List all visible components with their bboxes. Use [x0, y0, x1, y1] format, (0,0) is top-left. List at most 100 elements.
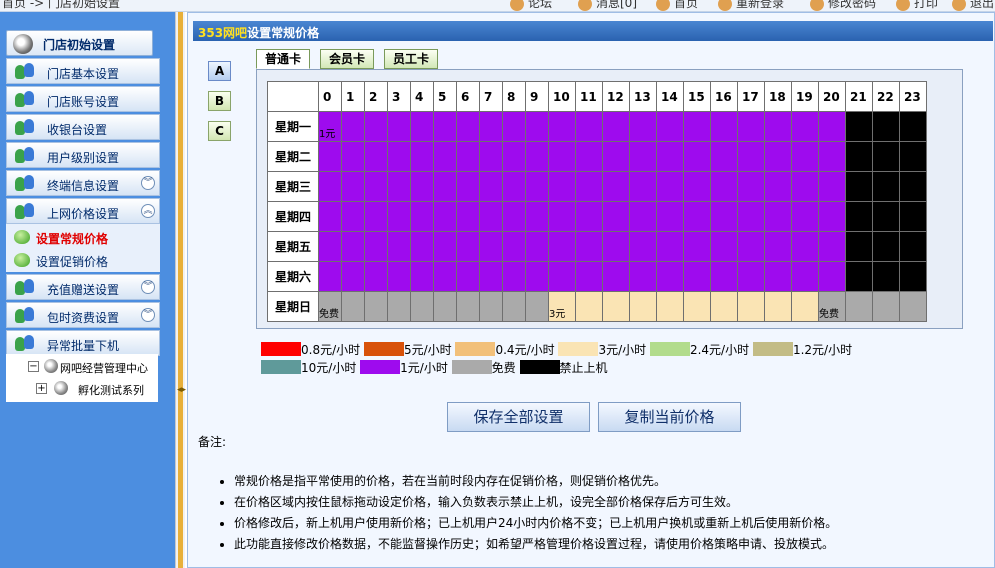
price-cell[interactable] — [502, 231, 526, 262]
price-cell[interactable] — [899, 291, 927, 322]
chevron-down-icon[interactable]: ︾ — [141, 280, 155, 294]
legend-swatch[interactable] — [558, 342, 599, 356]
price-cell[interactable] — [710, 261, 738, 292]
price-cell[interactable] — [364, 291, 388, 322]
price-cell[interactable] — [387, 231, 411, 262]
price-cell[interactable] — [845, 291, 873, 322]
price-cell[interactable] — [318, 171, 342, 202]
toolbar-home-link[interactable]: 首页 — [656, 0, 698, 11]
price-cell[interactable] — [899, 171, 927, 202]
chevron-down-icon[interactable]: ︾ — [141, 176, 155, 190]
price-cell[interactable] — [629, 291, 657, 322]
price-cell[interactable] — [602, 231, 630, 262]
profile-b-button[interactable]: B — [208, 91, 231, 111]
price-cell[interactable] — [737, 171, 765, 202]
price-cell[interactable] — [364, 171, 388, 202]
price-cell[interactable] — [410, 111, 434, 142]
price-cell[interactable] — [525, 201, 549, 232]
price-cell[interactable] — [364, 261, 388, 292]
price-cell[interactable] — [899, 201, 927, 232]
sidebar-header[interactable]: 门店初始设置 — [6, 30, 153, 56]
price-cell[interactable] — [341, 231, 365, 262]
toolbar-change-password-link[interactable]: 修改密码 — [810, 0, 876, 11]
price-cell[interactable]: 免费 — [318, 291, 342, 322]
price-cell[interactable] — [791, 141, 819, 172]
tab-regular-card[interactable]: 普通卡 — [256, 49, 310, 69]
price-cell[interactable] — [364, 201, 388, 232]
price-cell[interactable] — [456, 141, 480, 172]
price-cell[interactable] — [410, 201, 434, 232]
panel-splitter[interactable]: ◂▸ — [175, 12, 186, 568]
price-cell[interactable] — [710, 111, 738, 142]
price-cell[interactable] — [502, 141, 526, 172]
toolbar-messages-link[interactable]: 消息[0] — [578, 0, 637, 11]
price-cell[interactable] — [818, 141, 846, 172]
price-cell[interactable] — [456, 291, 480, 322]
legend-item[interactable]: 10元/小时 — [261, 360, 356, 375]
price-cell[interactable] — [456, 201, 480, 232]
price-cell[interactable] — [410, 141, 434, 172]
price-cell[interactable] — [602, 201, 630, 232]
price-cell[interactable] — [683, 171, 711, 202]
price-cell[interactable] — [575, 261, 603, 292]
price-cell[interactable] — [479, 291, 503, 322]
price-cell[interactable] — [602, 141, 630, 172]
price-cell[interactable] — [433, 111, 457, 142]
price-cell[interactable] — [764, 201, 792, 232]
price-cell[interactable] — [575, 171, 603, 202]
price-cell[interactable] — [737, 111, 765, 142]
legend-swatch[interactable] — [360, 360, 401, 374]
price-cell[interactable] — [456, 111, 480, 142]
price-cell[interactable] — [602, 291, 630, 322]
sidebar-subitem-regular-price[interactable]: 设置常规价格 — [14, 226, 160, 248]
splitter-grip-icon[interactable]: ◂▸ — [177, 384, 186, 396]
price-cell[interactable] — [629, 111, 657, 142]
price-cell[interactable] — [525, 141, 549, 172]
price-cell[interactable] — [656, 261, 684, 292]
price-cell[interactable] — [341, 171, 365, 202]
price-cell[interactable] — [737, 201, 765, 232]
price-cell[interactable] — [479, 261, 503, 292]
save-all-button[interactable]: 保存全部设置 — [447, 402, 590, 432]
price-cell[interactable] — [845, 201, 873, 232]
sidebar-item-recharge-bonus[interactable]: 充值赠送设置 ︾ — [6, 274, 160, 300]
legend-swatch[interactable] — [363, 342, 404, 356]
chevron-down-icon[interactable]: ︾ — [141, 308, 155, 322]
price-cell[interactable] — [433, 261, 457, 292]
price-cell[interactable] — [318, 141, 342, 172]
sidebar-item-batch-logoff[interactable]: 异常批量下机 — [6, 330, 160, 356]
price-cell[interactable] — [710, 171, 738, 202]
price-cell[interactable] — [548, 261, 576, 292]
price-cell[interactable] — [479, 231, 503, 262]
sidebar-item-user-levels[interactable]: 用户级别设置 — [6, 142, 160, 168]
price-cell[interactable] — [764, 291, 792, 322]
legend-swatch[interactable] — [649, 342, 690, 356]
price-cell[interactable] — [602, 111, 630, 142]
tree-collapse-toggle[interactable]: − — [28, 361, 39, 372]
profile-a-button[interactable]: A — [208, 61, 231, 81]
price-cell[interactable] — [872, 141, 900, 172]
price-cell[interactable] — [433, 141, 457, 172]
price-cell[interactable] — [629, 141, 657, 172]
price-cell[interactable] — [629, 231, 657, 262]
price-cell[interactable] — [872, 231, 900, 262]
price-cell[interactable] — [387, 171, 411, 202]
price-cell[interactable] — [791, 201, 819, 232]
price-cell[interactable] — [502, 261, 526, 292]
price-cell[interactable] — [656, 171, 684, 202]
price-cell[interactable] — [479, 111, 503, 142]
price-cell[interactable] — [791, 111, 819, 142]
toolbar-forum-link[interactable]: 论坛 — [510, 0, 552, 11]
price-cell[interactable] — [764, 231, 792, 262]
price-cell[interactable] — [387, 261, 411, 292]
price-cell[interactable] — [683, 231, 711, 262]
tree-expand-toggle[interactable]: + — [36, 383, 47, 394]
price-cell[interactable] — [629, 261, 657, 292]
price-cell[interactable] — [456, 171, 480, 202]
toolbar-relogin-link[interactable]: 重新登录 — [718, 0, 784, 11]
price-cell[interactable] — [341, 111, 365, 142]
price-cell[interactable] — [737, 141, 765, 172]
price-cell[interactable] — [502, 291, 526, 322]
price-cell[interactable] — [818, 111, 846, 142]
price-cell[interactable] — [710, 141, 738, 172]
